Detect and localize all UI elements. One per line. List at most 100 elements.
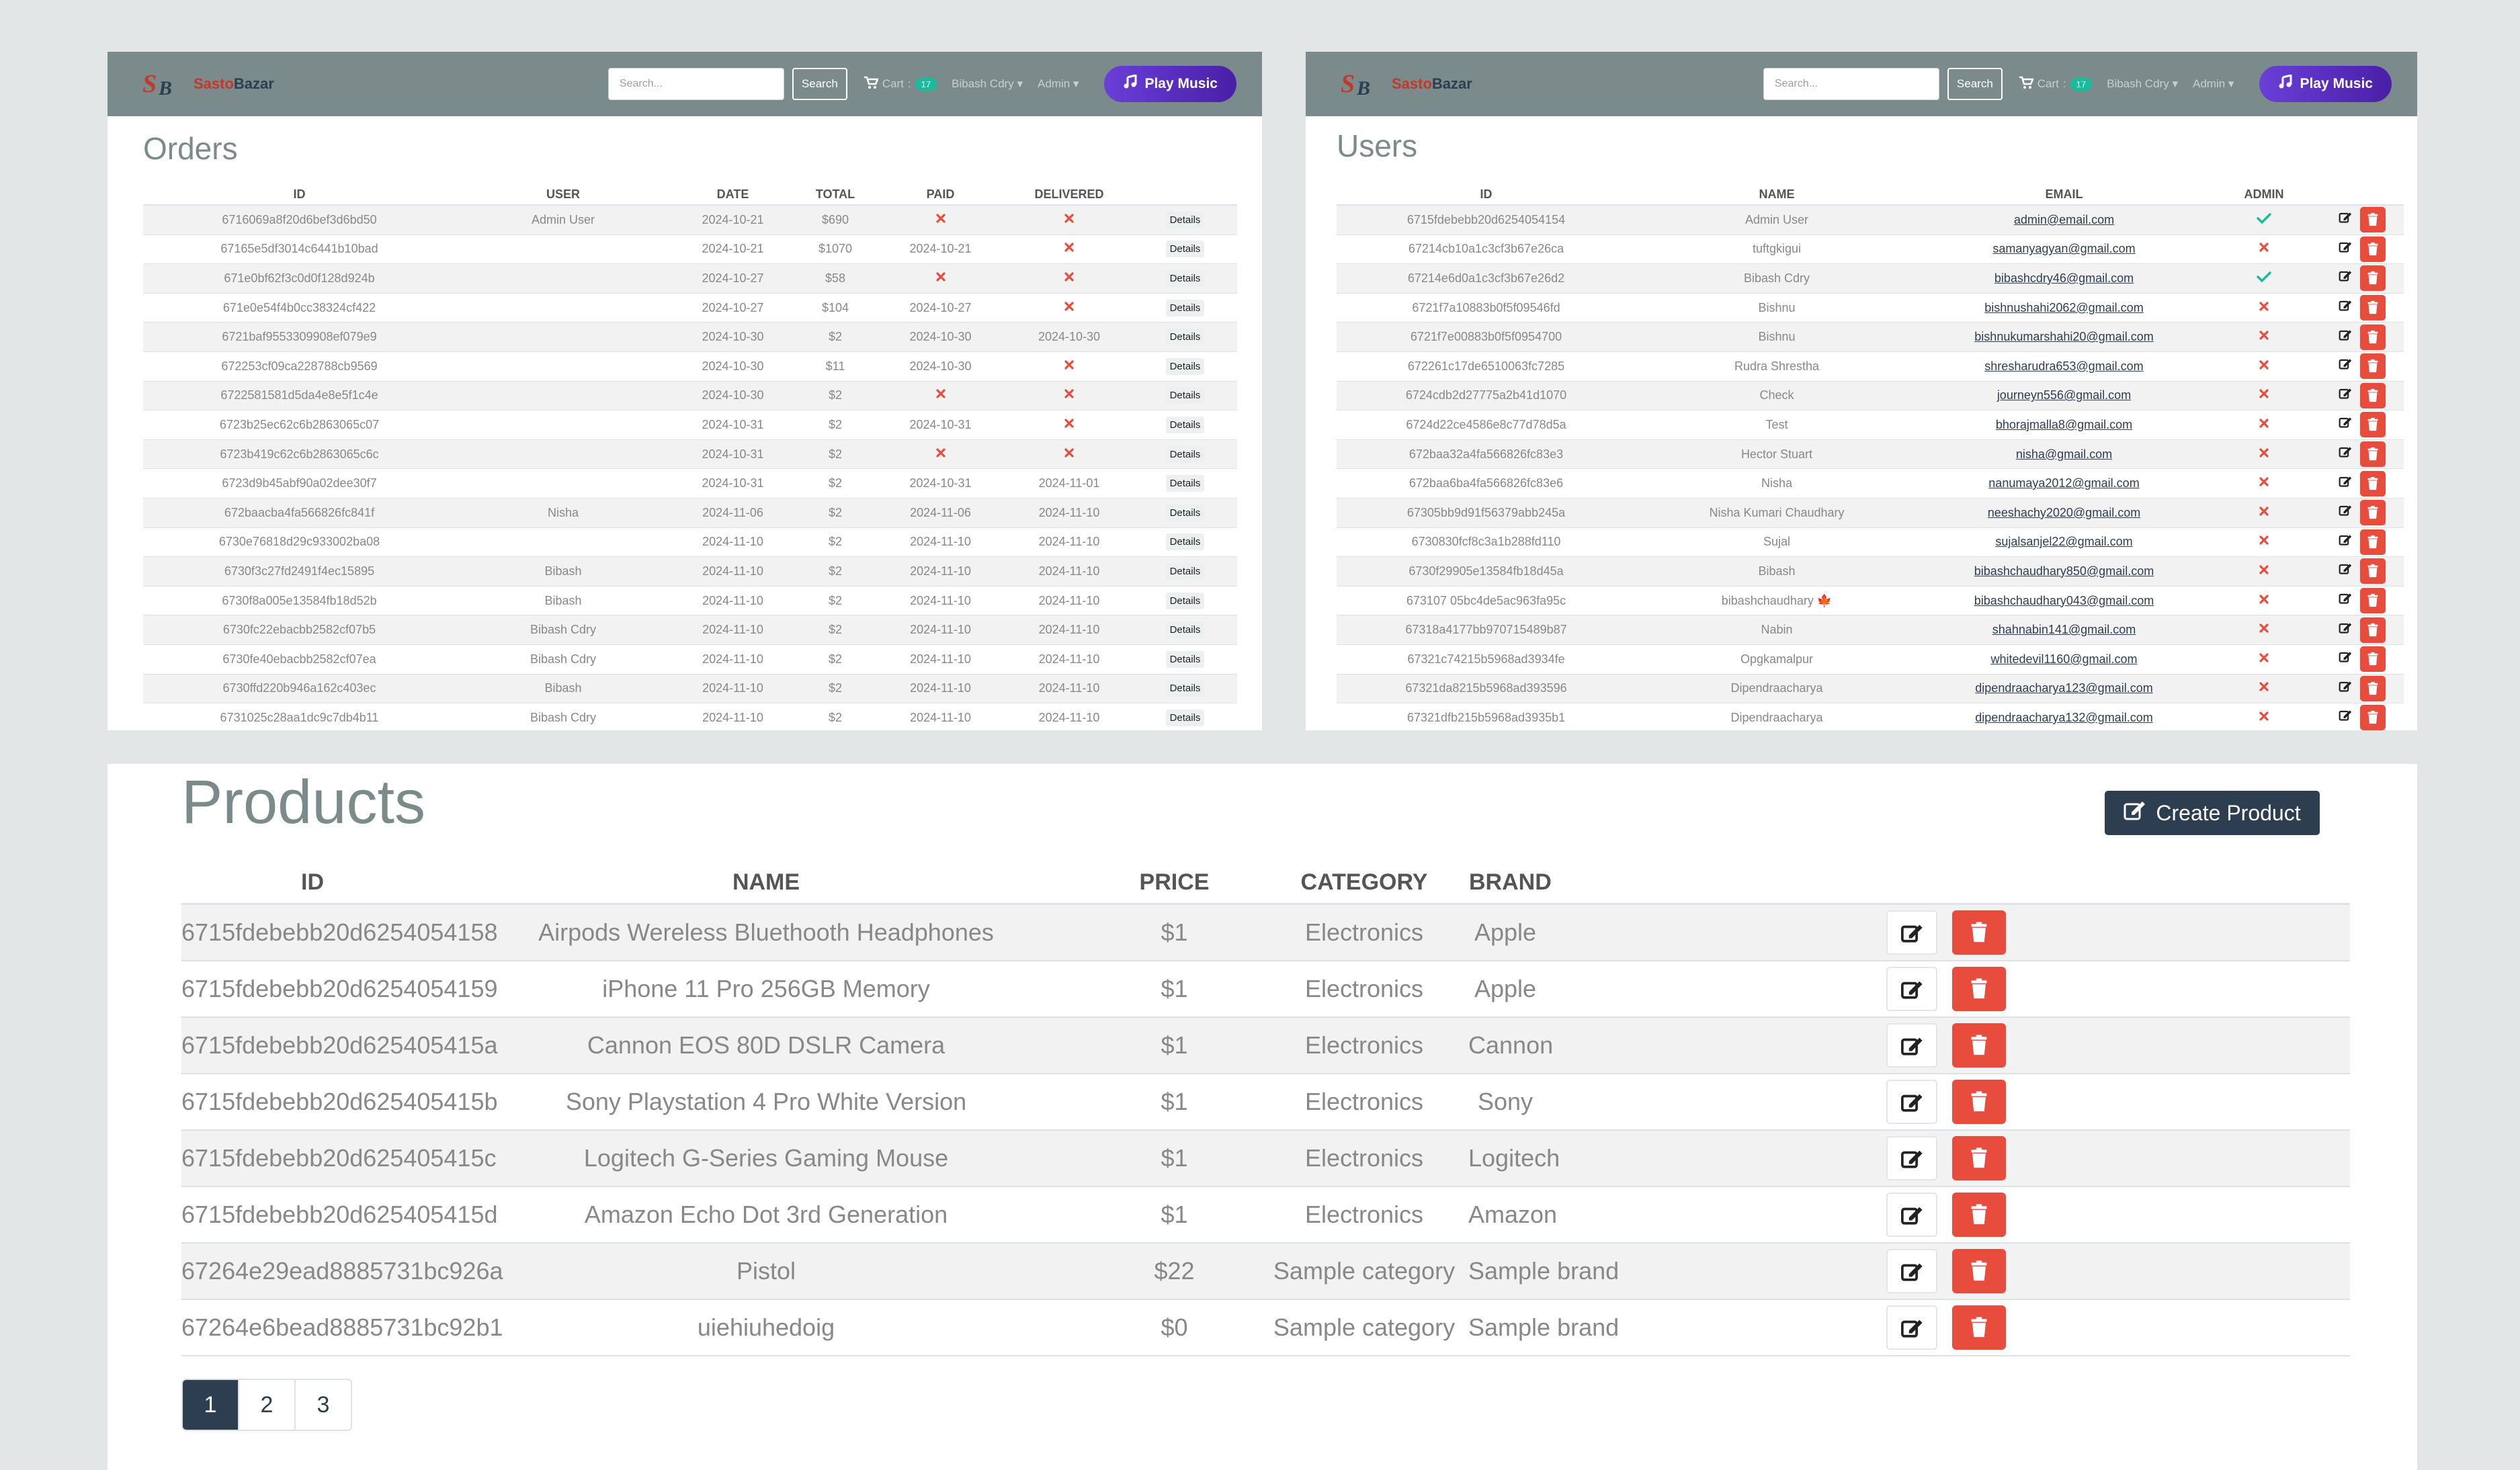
delete-button[interactable] [2360, 382, 2386, 408]
email-link[interactable]: bishnukumarshahi20@gmail.com [1974, 330, 2153, 343]
page-link[interactable]: 1 [183, 1380, 239, 1430]
play-music-button[interactable]: Play Music [1104, 66, 1236, 102]
user-menu-dropdown[interactable]: Bibash Cdry ▾ [2107, 77, 2178, 91]
brand-logo[interactable]: SB SastoBazar [142, 69, 274, 99]
brand-logo[interactable]: SB SastoBazar [1341, 69, 1472, 99]
edit-icon[interactable] [2336, 386, 2355, 405]
delete-button[interactable] [2360, 705, 2386, 730]
edit-icon[interactable] [2336, 708, 2355, 727]
details-button[interactable]: Details [1165, 241, 1205, 258]
details-button[interactable]: Details [1165, 504, 1205, 521]
email-link[interactable]: shahnabin141@gmail.com [1992, 623, 2136, 636]
details-button[interactable]: Details [1165, 387, 1205, 404]
edit-icon[interactable] [2336, 533, 2355, 552]
email-link[interactable]: nanumaya2012@gmail.com [1988, 476, 2139, 490]
create-product-button[interactable]: Create Product [2105, 791, 2320, 835]
details-button[interactable]: Details [1165, 211, 1205, 228]
details-button[interactable]: Details [1165, 709, 1205, 726]
delete-button[interactable] [2360, 236, 2386, 262]
delete-button[interactable] [2360, 441, 2386, 468]
details-button[interactable]: Details [1165, 445, 1205, 463]
delete-button[interactable] [1952, 1136, 2006, 1180]
details-button[interactable]: Details [1165, 621, 1205, 639]
email-link[interactable]: dipendraacharya132@gmail.com [1975, 711, 2152, 724]
page-link[interactable]: 3 [296, 1380, 351, 1430]
edit-button[interactable] [1886, 1136, 1937, 1180]
edit-button[interactable] [1886, 1249, 1937, 1293]
edit-icon[interactable] [2336, 591, 2355, 610]
edit-button[interactable] [1886, 1023, 1937, 1068]
cart-link[interactable]: Cart: 17 [2019, 76, 2093, 93]
delete-button[interactable] [2360, 529, 2386, 555]
details-button[interactable]: Details [1165, 592, 1205, 609]
delete-button[interactable] [2360, 675, 2386, 701]
delete-button[interactable] [2360, 207, 2386, 233]
email-link[interactable]: neeshachy2020@gmail.com [1988, 506, 2140, 519]
email-link[interactable]: bibashcdry46@gmail.com [1994, 271, 2134, 285]
edit-icon[interactable] [2336, 415, 2355, 434]
search-input[interactable] [1763, 68, 1939, 100]
details-button[interactable]: Details [1165, 680, 1205, 697]
user-menu-dropdown[interactable]: Bibash Cdry ▾ [952, 77, 1023, 91]
email-link[interactable]: bibashchaudhary043@gmail.com [1974, 594, 2154, 607]
admin-menu-dropdown[interactable]: Admin ▾ [2193, 77, 2234, 91]
admin-menu-dropdown[interactable]: Admin ▾ [1038, 77, 1079, 91]
details-button[interactable]: Details [1165, 533, 1205, 551]
delete-button[interactable] [2360, 646, 2386, 673]
delete-button[interactable] [2360, 324, 2386, 350]
search-button[interactable]: Search [1947, 68, 2003, 100]
edit-button[interactable] [1886, 967, 1937, 1011]
edit-icon[interactable] [2336, 621, 2355, 640]
delete-button[interactable] [2360, 412, 2386, 438]
cart-link[interactable]: Cart: 17 [864, 76, 937, 93]
edit-button[interactable] [1886, 1305, 1937, 1350]
email-link[interactable]: bibashchaudhary850@gmail.com [1974, 564, 2154, 578]
edit-icon[interactable] [2336, 679, 2355, 698]
delete-button[interactable] [1952, 967, 2006, 1011]
play-music-button[interactable]: Play Music [2259, 66, 2392, 102]
page-link[interactable]: 2 [239, 1380, 296, 1430]
edit-icon[interactable] [2336, 210, 2355, 229]
edit-icon[interactable] [2336, 240, 2355, 259]
delete-button[interactable] [1952, 910, 2006, 955]
details-button[interactable]: Details [1165, 299, 1205, 316]
delete-button[interactable] [2360, 500, 2386, 526]
delete-button[interactable] [2360, 558, 2386, 585]
details-button[interactable]: Details [1165, 269, 1205, 287]
details-button[interactable]: Details [1165, 416, 1205, 433]
edit-icon[interactable] [2336, 474, 2355, 493]
edit-icon[interactable] [2336, 503, 2355, 522]
delete-button[interactable] [1952, 1249, 2006, 1293]
delete-button[interactable] [2360, 617, 2386, 643]
search-button[interactable]: Search [792, 68, 847, 100]
edit-icon[interactable] [2336, 298, 2355, 317]
edit-button[interactable] [1886, 910, 1937, 955]
email-link[interactable]: admin@email.com [2014, 213, 2114, 226]
details-button[interactable]: Details [1165, 562, 1205, 580]
edit-icon[interactable] [2336, 562, 2355, 580]
details-button[interactable]: Details [1165, 475, 1205, 492]
email-link[interactable]: shresharudra653@gmail.com [1984, 359, 2143, 373]
delete-button[interactable] [1952, 1023, 2006, 1068]
edit-icon[interactable] [2336, 445, 2355, 464]
delete-button[interactable] [2360, 588, 2386, 614]
edit-icon[interactable] [2336, 650, 2355, 668]
delete-button[interactable] [1952, 1080, 2006, 1124]
edit-icon[interactable] [2336, 328, 2355, 347]
delete-button[interactable] [2360, 265, 2386, 292]
search-input[interactable] [607, 68, 784, 100]
email-link[interactable]: sujalsanjel22@gmail.com [1995, 535, 2132, 548]
delete-button[interactable] [2360, 295, 2386, 321]
details-button[interactable]: Details [1165, 650, 1205, 668]
edit-button[interactable] [1886, 1193, 1937, 1237]
email-link[interactable]: samanyagyan@gmail.com [1992, 242, 2135, 255]
details-button[interactable]: Details [1165, 357, 1205, 375]
details-button[interactable]: Details [1165, 329, 1205, 346]
email-link[interactable]: bhorajmalla8@gmail.com [1996, 418, 2132, 431]
email-link[interactable]: whitedevil1160@gmail.com [1990, 652, 2137, 666]
email-link[interactable]: nisha@gmail.com [2016, 447, 2112, 461]
delete-button[interactable] [2360, 353, 2386, 380]
email-link[interactable]: dipendraacharya123@gmail.com [1975, 681, 2152, 695]
edit-icon[interactable] [2336, 269, 2355, 288]
edit-button[interactable] [1886, 1080, 1937, 1124]
